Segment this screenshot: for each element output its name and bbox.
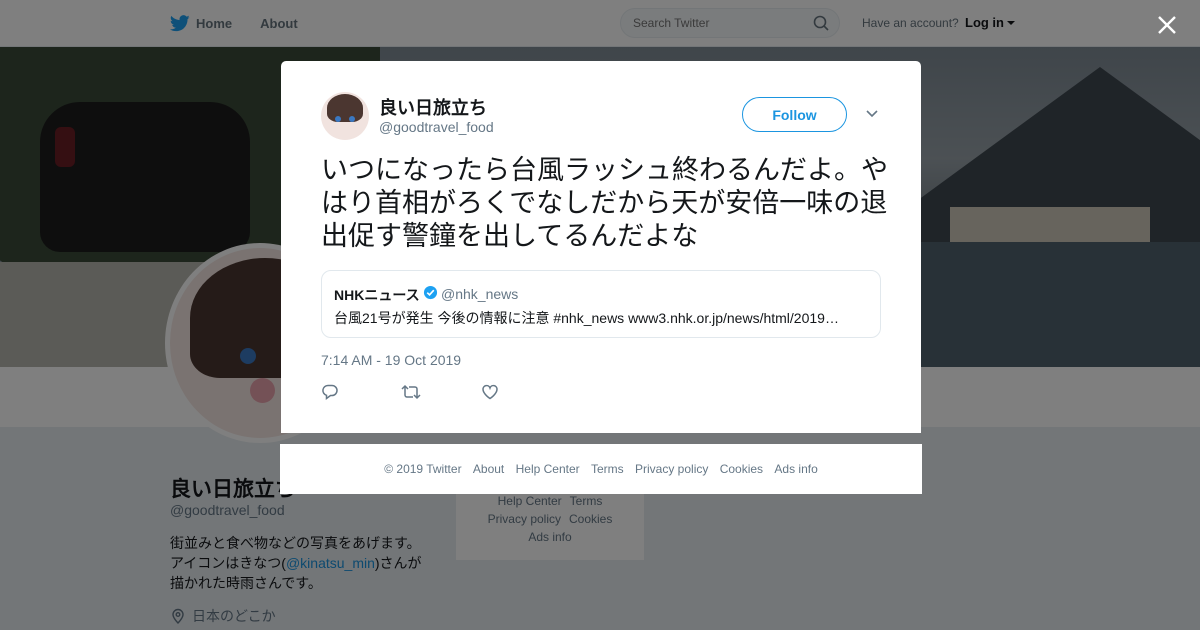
footer-terms-link[interactable]: Terms [591, 462, 624, 476]
tweet-text: いつになったら台風ラッシュ終わるんだよ。やはり首相がろくでなしだから天が安倍一味… [321, 155, 888, 251]
avatar-eye-shape [335, 116, 341, 122]
close-icon[interactable] [1154, 12, 1180, 38]
footer-about-link[interactable]: About [473, 462, 504, 476]
chevron-down-icon[interactable] [865, 109, 879, 119]
quoted-tweet[interactable]: NHKニュース @nhk_news 台風21号が発生 今後の情報に注意 #nhk… [321, 270, 881, 338]
reply-icon [322, 384, 338, 400]
footer-links: © 2019 Twitter About Help Center Terms P… [280, 462, 922, 476]
tweet-actions [321, 383, 561, 403]
footer-cookies-link[interactable]: Cookies [720, 462, 763, 476]
tweet-author-name[interactable]: 良い日旅立ち [379, 94, 487, 120]
retweet-icon [401, 384, 421, 400]
quoted-author-name: NHKニュース [334, 287, 420, 303]
follow-button[interactable]: Follow [742, 97, 847, 132]
avatar-hair-shape [327, 94, 363, 122]
tweet-author-avatar[interactable] [321, 92, 369, 140]
footer-privacy-link[interactable]: Privacy policy [635, 462, 708, 476]
avatar-eye-shape [349, 116, 355, 122]
modal-footer: © 2019 Twitter About Help Center Terms P… [280, 444, 922, 494]
quoted-tweet-text: 台風21号が発生 今後の情報に注意 #nhk_news www3.nhk.or.… [334, 310, 839, 326]
retweet-button[interactable] [401, 383, 481, 403]
tweet-modal: 良い日旅立ち @goodtravel_food Follow いつになったら台風… [281, 61, 921, 433]
footer-help-link[interactable]: Help Center [516, 462, 580, 476]
footer-ads-link[interactable]: Ads info [774, 462, 817, 476]
verified-badge-icon [423, 285, 438, 300]
quoted-author-handle: @nhk_news [441, 286, 519, 302]
like-button[interactable] [481, 383, 561, 403]
footer-copyright: © 2019 Twitter [384, 462, 462, 476]
like-icon [482, 384, 498, 400]
tweet-timestamp[interactable]: 7:14 AM - 19 Oct 2019 [321, 352, 461, 368]
reply-button[interactable] [321, 383, 401, 403]
tweet-author-handle[interactable]: @goodtravel_food [379, 119, 494, 135]
